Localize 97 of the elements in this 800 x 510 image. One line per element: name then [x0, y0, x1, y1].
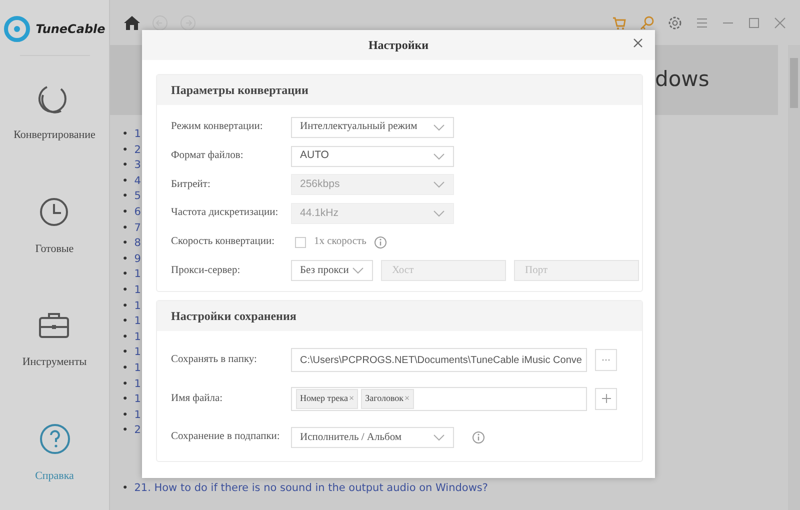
bullet-mark: • — [122, 174, 128, 189]
bullet-mark: • — [122, 481, 128, 496]
list-link[interactable]: 1 — [134, 267, 141, 283]
home-icon[interactable] — [124, 16, 140, 30]
page-heading: dows — [655, 66, 710, 94]
bullet-mark: • — [122, 267, 128, 282]
filename-tags-field[interactable]: Номер трека× Заголовок× — [291, 386, 587, 411]
key-icon[interactable] — [640, 16, 654, 30]
list-link[interactable]: 1 — [134, 314, 141, 330]
field-label: Скорость конвертации: — [171, 235, 276, 250]
sidebar-item[interactable]: Конвертирование — [8, 56, 102, 170]
dropdown[interactable]: Исполнитель / Альбом — [291, 426, 454, 448]
list-link[interactable]: 5 — [134, 189, 141, 205]
list-link[interactable]: 7 — [134, 220, 141, 236]
dropdown[interactable]: Интеллектуальный режим — [291, 116, 454, 138]
menu-icon[interactable] — [696, 16, 708, 28]
forward-icon[interactable] — [180, 14, 196, 30]
bullet-mark: • — [122, 127, 128, 142]
cart-icon[interactable] — [612, 16, 626, 30]
sidebar-item[interactable]: Готовые — [29, 169, 80, 283]
add-button[interactable] — [595, 388, 617, 410]
field-label: Формат файлов: — [171, 149, 244, 164]
bullet-mark: • — [122, 376, 128, 392]
bullet-mark: • — [122, 345, 128, 360]
bullet-mark: • — [122, 189, 128, 204]
bullet-mark: • — [122, 252, 128, 267]
help-icon — [38, 422, 72, 456]
list-link[interactable]: 8 — [134, 236, 141, 252]
bullet-mark: • — [122, 298, 128, 314]
scrollbar[interactable] — [788, 45, 800, 510]
dialog-title: Настройки — [368, 37, 429, 54]
list-link[interactable]: 3 — [134, 158, 141, 174]
sidebar-item[interactable]: Инструменты — [16, 282, 93, 396]
chevron-down-icon — [433, 434, 445, 441]
section-title: Параметры конвертации — [171, 82, 308, 99]
list-link[interactable]: 2 — [134, 142, 141, 158]
logo-icon — [4, 16, 30, 42]
checkbox-label: 1x скорость — [314, 235, 366, 250]
host-field[interactable]: Хост — [381, 260, 506, 282]
list-link[interactable]: 1 — [134, 345, 141, 361]
list-link[interactable]: 1 — [134, 127, 141, 143]
folder-path-field[interactable]: C:\Users\PCPROGS.NET\Documents\TuneCable iMusic Conve — [291, 348, 587, 372]
field-label: Прокси-сервер: — [171, 264, 242, 278]
bullet-mark: • — [122, 158, 128, 174]
browse-button[interactable]: ··· — [595, 349, 617, 372]
section-title: Настройки сохранения — [171, 308, 296, 326]
chevron-down-icon — [433, 152, 445, 160]
dropdown[interactable]: Без прокси — [291, 260, 373, 282]
list-link[interactable]: 21. How to do if there is no sound in the output audio on Windows? — [134, 481, 488, 497]
bullet-mark: • — [122, 408, 128, 423]
bullet-mark: • — [122, 282, 128, 298]
chevron-down-icon — [352, 267, 364, 274]
field-label: Имя файла: — [171, 392, 224, 406]
bullet-mark: • — [122, 423, 128, 438]
list-link[interactable]: 1 — [134, 376, 141, 392]
settings-icon[interactable] — [668, 16, 682, 30]
list-link[interactable]: 1 — [134, 282, 141, 299]
bullet-mark: • — [122, 220, 128, 236]
bullet-mark: • — [122, 142, 128, 158]
list-link[interactable]: 1 — [134, 408, 141, 424]
chevron-down-icon — [433, 124, 445, 131]
close-icon[interactable] — [633, 38, 643, 48]
list-link[interactable]: 1 — [134, 360, 141, 376]
bullet-mark: • — [122, 330, 128, 345]
close-icon[interactable] — [774, 16, 786, 28]
list-link[interactable]: 6 — [134, 204, 141, 221]
remove-tag-button[interactable]: × — [349, 394, 354, 404]
field-label: Сохранение в подпапки: — [171, 430, 281, 444]
field-label: Битрейт: — [171, 178, 212, 192]
back-icon[interactable] — [152, 14, 168, 30]
field-label: Режим конвертации: — [171, 120, 264, 134]
plus-icon — [602, 394, 610, 404]
dropdown[interactable]: AUTO — [291, 146, 454, 167]
app-logo-text: TuneCable — [36, 21, 106, 38]
tag-label: Номер трека — [300, 392, 348, 406]
scroll-thumb[interactable] — [790, 58, 798, 108]
bullet-mark: • — [122, 392, 128, 408]
bullet-mark: • — [122, 360, 128, 376]
maximize-icon[interactable] — [748, 16, 760, 28]
field-label: Сохранять в папку: — [171, 353, 258, 368]
tag-label: Заголовок — [365, 392, 404, 406]
list-link[interactable]: 1 — [134, 330, 141, 346]
bullet-mark: • — [122, 236, 128, 252]
list-link[interactable]: 9 — [134, 252, 141, 268]
remove-tag-button[interactable]: × — [404, 394, 410, 404]
chevron-down-icon — [433, 210, 445, 217]
list-link[interactable]: 1 — [134, 392, 141, 408]
list-link[interactable]: 2 — [134, 423, 141, 439]
port-field[interactable]: Порт — [514, 260, 639, 282]
bullet-mark: • — [122, 314, 128, 330]
list-link[interactable]: 4 — [134, 174, 141, 190]
chevron-down-icon — [433, 181, 445, 188]
checkbox[interactable] — [295, 236, 306, 248]
list-link[interactable]: 1 — [134, 298, 141, 314]
sidebar-item[interactable]: Справка — [29, 396, 80, 510]
bullet-mark: • — [122, 204, 128, 220]
field-label: Частота дискретизации: — [171, 206, 280, 220]
